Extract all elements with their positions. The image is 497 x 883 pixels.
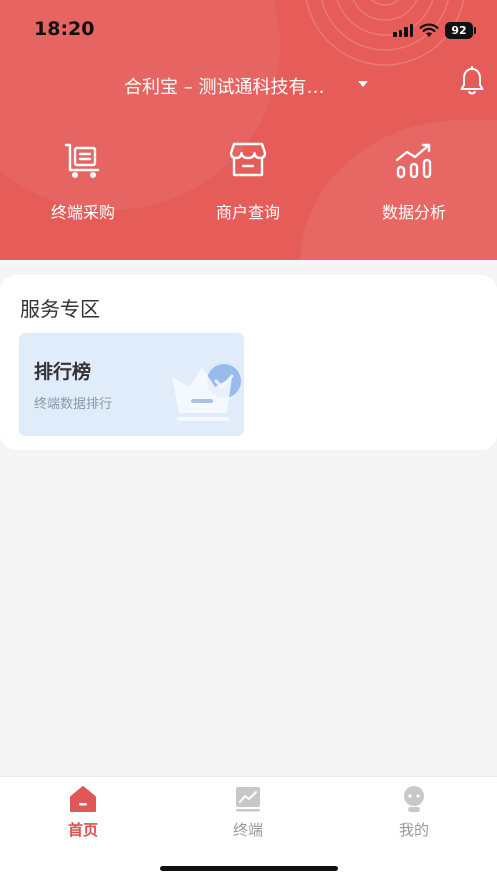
status-bar: 18:20 92: [0, 0, 497, 58]
ranking-card[interactable]: 排行榜 终端数据排行: [19, 333, 244, 436]
battery-icon: 92: [445, 21, 476, 39]
chart-icon: [395, 143, 432, 179]
tab-home[interactable]: 首页: [43, 785, 123, 845]
status-time: 18:20: [34, 18, 95, 40]
tab-label: 我的: [398, 821, 429, 839]
bell-icon[interactable]: [459, 66, 485, 96]
user-icon: [404, 786, 424, 812]
home-icon: [70, 786, 96, 812]
action-data-analysis[interactable]: 数据分析: [359, 140, 469, 230]
action-label: 商户查询: [215, 203, 280, 222]
ranking-title: 排行榜: [34, 361, 92, 383]
terminal-icon: [236, 787, 260, 812]
section-title: 服务专区: [20, 297, 100, 321]
store-icon: [229, 142, 267, 177]
tab-mine[interactable]: 我的: [374, 785, 454, 845]
wifi-icon: [419, 23, 439, 37]
action-label: 终端采购: [50, 203, 115, 222]
action-merchant-query[interactable]: 商户查询: [193, 140, 303, 230]
caret-down-icon[interactable]: [358, 81, 368, 87]
company-selector[interactable]: 合利宝 – 测试通科技有…: [124, 73, 324, 99]
tab-label: 终端: [232, 821, 263, 839]
header-banner: 18:20 92 合利宝 – 测试通科技有… 终端采购 商户查询 数据分析: [0, 0, 497, 260]
status-icons: 92: [393, 20, 476, 40]
crown-icon: [172, 364, 241, 421]
action-label: 数据分析: [381, 203, 446, 222]
home-screen: 18:20 92 合利宝 – 测试通科技有… 终端采购 商户查询 数据分析 服务…: [0, 0, 497, 883]
signal-icon: [393, 23, 413, 37]
tab-label: 首页: [67, 821, 98, 839]
ranking-subtitle: 终端数据排行: [34, 397, 113, 412]
tab-terminal[interactable]: 终端: [208, 785, 288, 845]
service-zone: 服务专区 排行榜 终端数据排行: [0, 275, 497, 450]
cart-icon: [64, 143, 100, 178]
action-terminal-purchase[interactable]: 终端采购: [28, 140, 138, 230]
home-indicator[interactable]: [160, 866, 338, 871]
